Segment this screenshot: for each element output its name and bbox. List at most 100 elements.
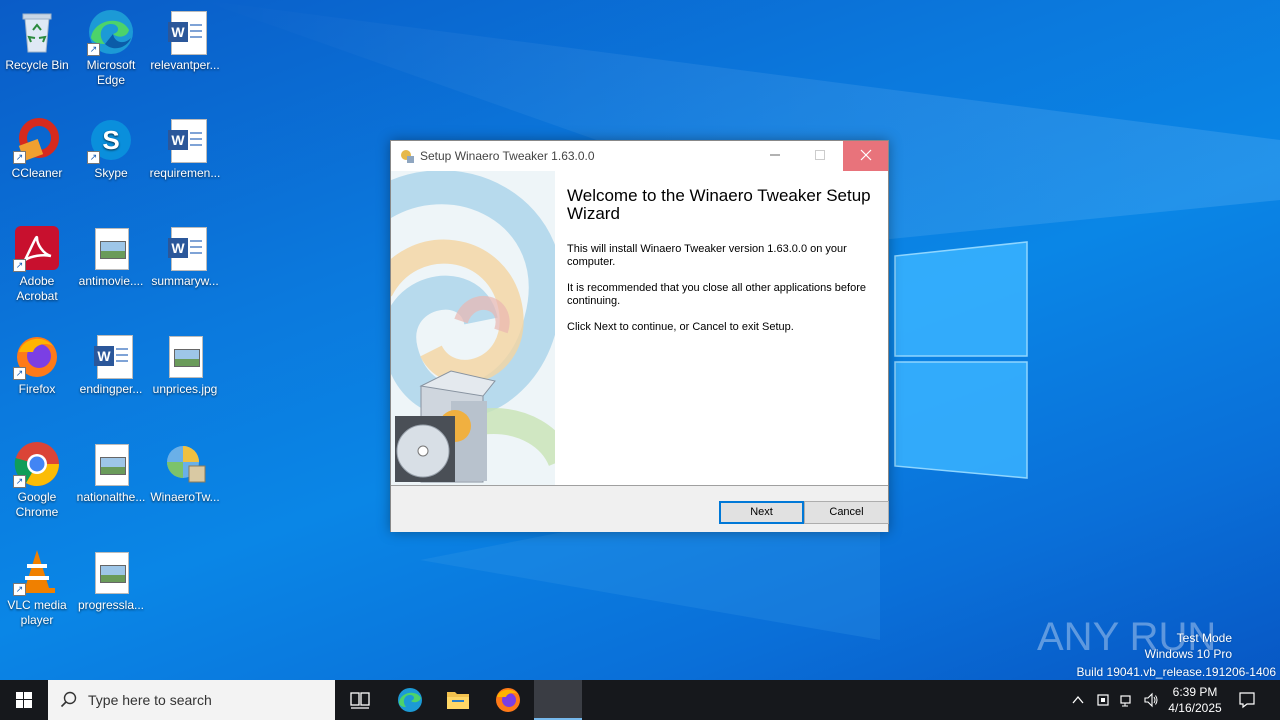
build-text: Build 19041.vb_release.191206-1406 (1076, 665, 1277, 679)
icon-label: Google Chrome (15, 490, 59, 519)
desktop-icon-edge[interactable]: ↗ Microsoft Edge (74, 8, 148, 88)
setup-app-icon (401, 150, 414, 163)
icon-label: Microsoft Edge (86, 58, 136, 87)
icon-label: relevantper... (150, 58, 220, 72)
taskbar-clock[interactable]: 6:39 PM 4/16/2025 (1160, 684, 1230, 716)
show-hidden-icons-chevron-icon[interactable] (1070, 692, 1086, 708)
search-icon (60, 691, 77, 708)
icon-label: VLC media player (7, 598, 67, 627)
icon-label: Adobe Acrobat (16, 274, 58, 303)
desktop-icon-word-doc[interactable]: W endingper... (74, 332, 148, 397)
taskbar-search-box[interactable]: Type here to search (48, 680, 335, 720)
minimize-button[interactable] (752, 141, 797, 171)
desktop-icon-word-doc[interactable]: W summaryw... (148, 224, 222, 289)
word-document-icon: W (161, 224, 209, 272)
skype-icon: S ↗ (87, 116, 135, 164)
taskbar-edge-button[interactable] (386, 680, 434, 720)
shortcut-arrow-icon: ↗ (13, 151, 26, 164)
wizard-side-image (391, 171, 555, 485)
desktop-icon-image-file[interactable]: antimovie.... (74, 224, 148, 289)
close-button[interactable] (843, 141, 888, 171)
dialog-title: Setup Winaero Tweaker 1.63.0.0 (420, 149, 595, 163)
taskbar: Type here to search 6:39 PM 4/16/2025 (0, 680, 1280, 720)
shortcut-arrow-icon: ↗ (87, 151, 100, 164)
device-icon[interactable] (1095, 692, 1111, 708)
chrome-icon: ↗ (13, 440, 61, 488)
desktop-icon-word-doc[interactable]: W requiremen... (148, 116, 222, 181)
wizard-intro-text: This will install Winaero Tweaker versio… (567, 243, 847, 268)
desktop-icon-image-file[interactable]: nationalthe... (74, 440, 148, 505)
icon-label: Skype (94, 166, 128, 180)
desktop-icon-winaero-tweaker[interactable]: WinaeroTw... (148, 440, 222, 505)
shortcut-arrow-icon: ↗ (13, 367, 26, 380)
wizard-recommendation-text: It is recommended that you close all oth… (567, 282, 866, 307)
image-file-icon (87, 548, 135, 596)
anyrun-watermark: ANY RUN Test Mode Windows 10 Pro (1037, 606, 1237, 668)
image-file-icon (87, 224, 135, 272)
setup-app-icon (534, 680, 582, 718)
icon-label: summaryw... (151, 274, 219, 288)
ccleaner-icon: ↗ (13, 116, 61, 164)
shortcut-arrow-icon: ↗ (87, 43, 100, 56)
windows-edition-text: Windows 10 Pro (1144, 647, 1232, 661)
desktop-icon-skype[interactable]: S ↗ Skype (74, 116, 148, 181)
word-document-icon: W (161, 116, 209, 164)
icon-label: WinaeroTw... (150, 490, 220, 504)
folder-icon (447, 692, 469, 709)
taskbar-file-explorer-button[interactable] (434, 680, 482, 720)
wizard-heading: Welcome to the Winaero Tweaker Setup Wiz… (567, 186, 871, 223)
desktop-icon-vlc[interactable]: ↗ VLC media player (0, 548, 74, 628)
setup-dialog: Setup Winaero Tweaker 1.63.0.0 Welcome t… (390, 140, 889, 532)
taskbar-firefox-button[interactable] (484, 680, 532, 720)
desktop-icon-image-file[interactable]: progressla... (74, 548, 148, 613)
shortcut-arrow-icon: ↗ (13, 475, 26, 488)
desktop-icon-firefox[interactable]: ↗ Firefox (0, 332, 74, 397)
edge-icon (398, 688, 422, 712)
desktop-icon-image-file[interactable]: unprices.jpg (148, 332, 222, 397)
word-document-icon: W (161, 8, 209, 56)
clock-date: 4/16/2025 (1168, 701, 1222, 715)
wizard-instruction-text: Click Next to continue, or Cancel to exi… (567, 321, 794, 333)
dialog-titlebar[interactable]: Setup Winaero Tweaker 1.63.0.0 (391, 141, 888, 171)
close-icon (860, 149, 871, 161)
network-icon[interactable] (1119, 692, 1135, 708)
notification-center-icon[interactable] (1238, 691, 1256, 709)
firefox-icon (496, 688, 520, 712)
next-button[interactable]: Next (719, 501, 804, 524)
search-placeholder: Type here to search (88, 692, 212, 708)
taskbar-setup-button[interactable] (534, 680, 582, 720)
vlc-cone-icon: ↗ (13, 548, 61, 596)
recycle-bin-icon (13, 8, 61, 56)
icon-label: unprices.jpg (152, 382, 218, 396)
icon-label: CCleaner (11, 166, 63, 180)
svg-text:S: S (102, 125, 119, 155)
icon-label: endingper... (79, 382, 143, 396)
desktop-icon-google-chrome[interactable]: ↗ Google Chrome (0, 440, 74, 520)
dialog-footer: Next Cancel (391, 485, 889, 532)
maximize-icon (814, 150, 825, 160)
image-file-icon (87, 440, 135, 488)
maximize-button[interactable] (797, 141, 842, 171)
task-view-icon (350, 692, 370, 709)
shortcut-arrow-icon: ↗ (13, 583, 26, 596)
edge-icon: ↗ (87, 8, 135, 56)
icon-label: progressla... (77, 598, 145, 612)
desktop-icon-ccleaner[interactable]: ↗ CCleaner (0, 116, 74, 181)
desktop-icon-adobe-acrobat[interactable]: ↗ Adobe Acrobat (0, 224, 74, 304)
desktop-icon-word-doc[interactable]: W relevantper... (148, 8, 222, 73)
firefox-icon: ↗ (13, 332, 61, 380)
icon-label: Firefox (18, 382, 56, 396)
shortcut-arrow-icon: ↗ (13, 259, 26, 272)
clock-time: 6:39 PM (1172, 685, 1218, 699)
start-button[interactable] (0, 680, 48, 720)
task-view-button[interactable] (336, 680, 384, 720)
icon-label: nationalthe... (76, 490, 146, 504)
icon-label: requiremen... (149, 166, 221, 180)
test-mode-text: Test Mode (1176, 631, 1232, 645)
volume-icon[interactable] (1143, 692, 1159, 708)
desktop-icon-recycle-bin[interactable]: Recycle Bin (0, 8, 74, 73)
icon-label: antimovie.... (78, 274, 144, 288)
cancel-button[interactable]: Cancel (804, 501, 889, 524)
image-file-icon (161, 332, 209, 380)
desktop: Recycle Bin ↗ CCleaner ↗ Adobe Acrobat ↗… (0, 0, 1280, 680)
